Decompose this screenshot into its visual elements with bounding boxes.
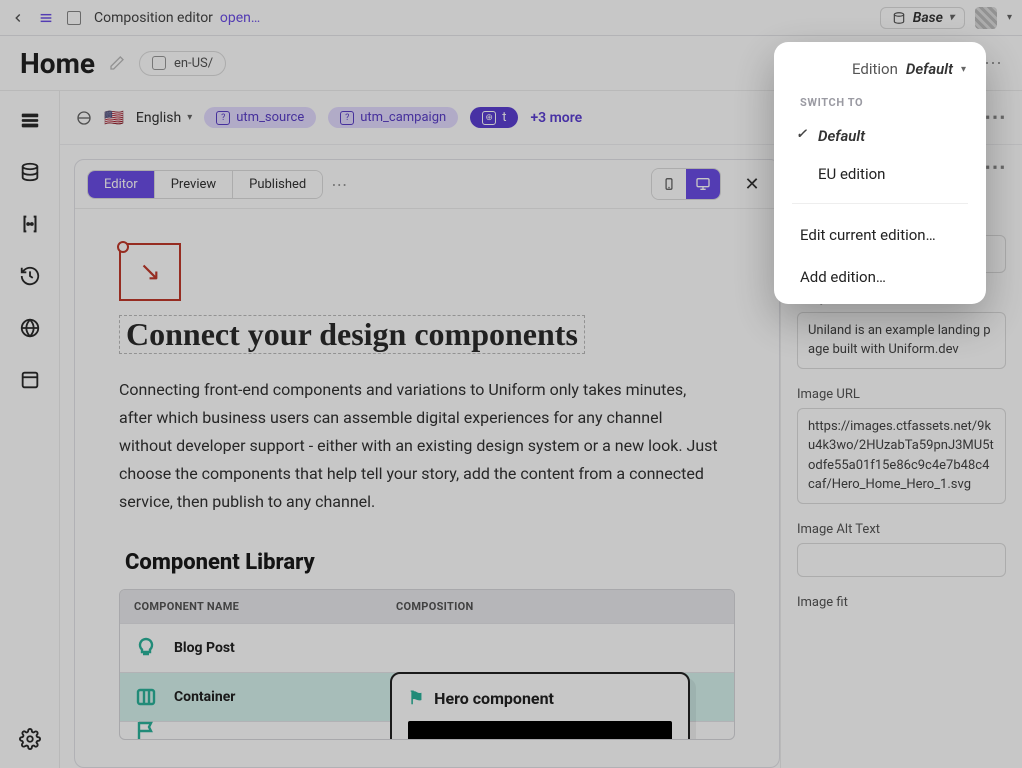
row-name: Blog Post bbox=[174, 640, 235, 656]
sidebar-globe-icon[interactable] bbox=[19, 317, 41, 339]
device-toggle bbox=[651, 168, 721, 200]
filter-more-link[interactable]: +3 more bbox=[530, 110, 582, 126]
library-title: Component Library bbox=[125, 550, 735, 575]
filter-tag-t[interactable]: ⊕t bbox=[470, 107, 518, 128]
edition-option-eu[interactable]: EU edition bbox=[774, 155, 986, 193]
edition-dropdown: Edition Default ▾ SWITCH TO Default EU e… bbox=[774, 42, 986, 304]
more-menu-icon[interactable]: ⋯ bbox=[984, 105, 1006, 130]
hero-icon: ↘ bbox=[119, 243, 181, 301]
document-icon bbox=[66, 10, 82, 26]
column-header-name: COMPONENT NAME bbox=[120, 590, 382, 623]
language-selector[interactable]: English▾ bbox=[136, 110, 192, 126]
component-library-table: COMPONENT NAME COMPOSITION Blog Post Con… bbox=[119, 589, 735, 740]
sidebar-compose-icon[interactable] bbox=[19, 109, 41, 131]
row-name: Container bbox=[174, 689, 235, 705]
hero-card-title: Hero component bbox=[434, 689, 554, 708]
tab-published[interactable]: Published bbox=[232, 171, 322, 198]
canvas-frame: Editor Preview Published ⋯ ✕ ↘ C bbox=[74, 159, 780, 768]
filter-tag-utm-source[interactable]: ?utm_source bbox=[204, 107, 316, 128]
flag-icon: 🇺🇸 bbox=[104, 108, 124, 127]
column-header-composition: COMPOSITION bbox=[382, 590, 488, 623]
flag-icon: ⚑ bbox=[408, 688, 424, 709]
sidebar-panel-icon[interactable] bbox=[19, 369, 41, 391]
hero-body-text: Connecting front-end components and vari… bbox=[119, 376, 719, 516]
edition-dropdown-header[interactable]: Edition Default ▾ bbox=[774, 50, 986, 92]
hero-component-card[interactable]: ⚑ Hero component bbox=[390, 672, 690, 740]
image-alt-field[interactable] bbox=[797, 543, 1006, 577]
locale-selector[interactable]: en-US/ bbox=[139, 51, 226, 76]
sidebar-brackets-icon[interactable] bbox=[19, 213, 41, 235]
filter-tag-utm-campaign[interactable]: ?utm_campaign bbox=[328, 107, 458, 128]
dropdown-section-label: SWITCH TO bbox=[774, 92, 986, 117]
more-menu-icon[interactable]: ⋯ bbox=[984, 53, 1004, 74]
locale-icon bbox=[152, 56, 166, 70]
image-url-field[interactable]: https://images.ctfassets.net/9ku4k3wo/2H… bbox=[797, 408, 1006, 504]
tag-glyph-icon: ⊕ bbox=[482, 111, 496, 125]
field-label: Image Alt Text bbox=[797, 522, 1006, 537]
flag-icon bbox=[132, 717, 160, 741]
app-topbar: Composition editor open… Base ▾ ▾ bbox=[0, 0, 1022, 36]
chevron-down-icon: ▾ bbox=[961, 64, 966, 75]
sidebar-history-icon[interactable] bbox=[19, 265, 41, 287]
device-mobile-button[interactable] bbox=[652, 169, 686, 199]
app-sidebar bbox=[0, 91, 60, 768]
more-menu-icon[interactable]: ⋯ bbox=[331, 175, 349, 194]
tag-glyph-icon: ? bbox=[216, 111, 230, 125]
back-icon[interactable] bbox=[10, 10, 26, 26]
add-edition-action[interactable]: Add edition… bbox=[774, 256, 986, 298]
edition-option-default[interactable]: Default bbox=[774, 117, 986, 155]
sidebar-data-icon[interactable] bbox=[19, 161, 41, 183]
tab-editor[interactable]: Editor bbox=[88, 171, 154, 198]
sidebar-settings-icon[interactable] bbox=[19, 728, 41, 750]
hero-headline[interactable]: Connect your design components bbox=[119, 315, 585, 354]
close-button[interactable]: ✕ bbox=[737, 169, 767, 199]
tab-preview[interactable]: Preview bbox=[154, 171, 232, 198]
canvas-toolbar: Editor Preview Published ⋯ ✕ bbox=[75, 160, 779, 209]
menu-icon[interactable] bbox=[38, 10, 54, 26]
columns-icon bbox=[132, 683, 160, 711]
table-row[interactable]: Blog Post bbox=[120, 623, 734, 672]
tag-glyph-icon: ? bbox=[340, 111, 354, 125]
edit-edition-action[interactable]: Edit current edition… bbox=[774, 214, 986, 256]
environment-selector[interactable]: Base ▾ bbox=[880, 7, 965, 29]
hero-card-preview bbox=[408, 721, 672, 740]
bulb-icon bbox=[132, 634, 160, 662]
field-label: Image fit bbox=[797, 595, 1006, 610]
user-avatar[interactable] bbox=[975, 7, 997, 29]
chevron-down-icon[interactable]: ▾ bbox=[1007, 12, 1012, 23]
database-icon bbox=[891, 10, 907, 26]
device-desktop-button[interactable] bbox=[686, 169, 720, 199]
globe-icon bbox=[76, 110, 92, 126]
chevron-down-icon: ▾ bbox=[949, 12, 954, 23]
breadcrumb-status[interactable]: open… bbox=[220, 10, 260, 26]
body-field[interactable]: Uniland is an example landing page built… bbox=[797, 312, 1006, 369]
view-mode-tabs: Editor Preview Published bbox=[87, 170, 323, 199]
field-label: Image URL bbox=[797, 387, 1006, 402]
page-title: Home bbox=[20, 47, 95, 80]
pencil-icon[interactable] bbox=[109, 55, 125, 71]
breadcrumb: Composition editor open… bbox=[94, 10, 260, 26]
